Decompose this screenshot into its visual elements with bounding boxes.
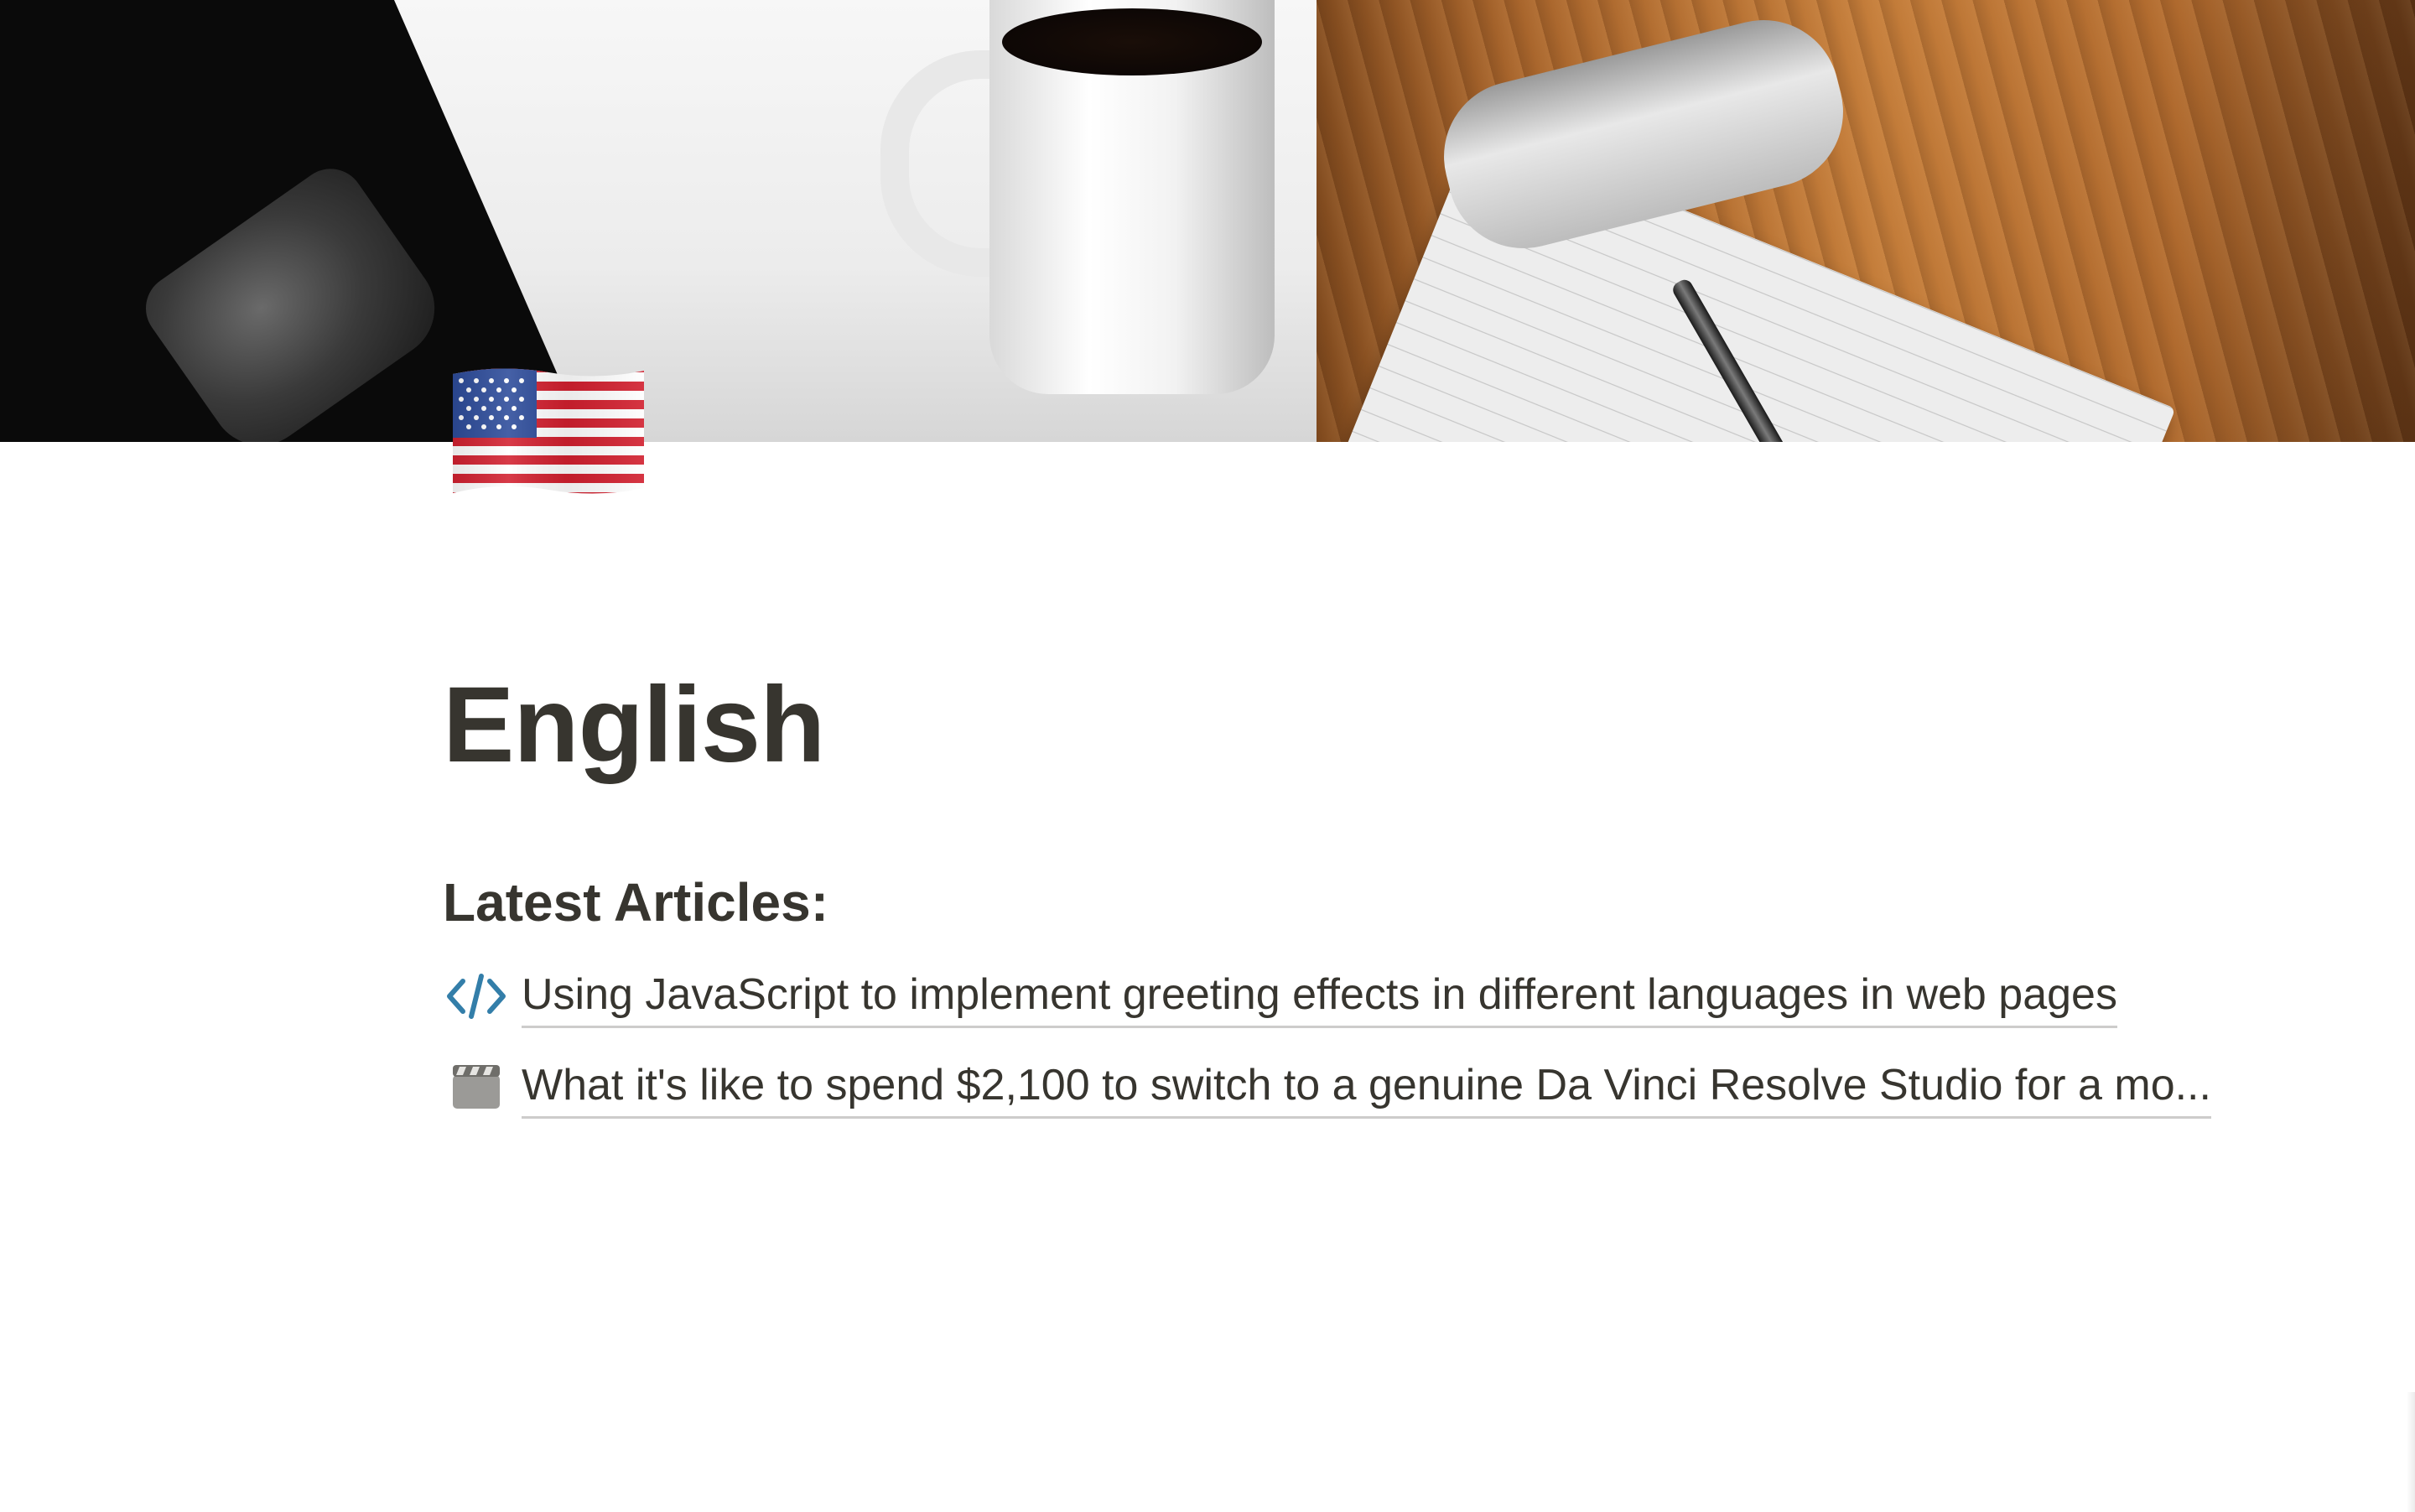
us-flag-icon[interactable] xyxy=(449,362,647,503)
scrollbar[interactable] xyxy=(2407,1392,2415,1512)
cover-image[interactable] xyxy=(0,0,2415,442)
article-link[interactable]: What it's like to spend $2,100 to switch… xyxy=(522,1056,2211,1119)
article-link-row[interactable]: Using JavaScript to implement greeting e… xyxy=(443,961,2117,1031)
clapper-board-icon xyxy=(443,1053,510,1120)
notion-page: English Latest Articles: Using JavaScrip… xyxy=(0,0,2415,1512)
page-title[interactable]: English xyxy=(443,662,825,788)
cover-coffee xyxy=(1002,8,1262,75)
code-icon xyxy=(443,963,510,1030)
section-heading[interactable]: Latest Articles: xyxy=(443,869,828,936)
article-link[interactable]: Using JavaScript to implement greeting e… xyxy=(522,965,2117,1028)
article-link-row[interactable]: What it's like to spend $2,100 to switch… xyxy=(443,1052,2211,1122)
